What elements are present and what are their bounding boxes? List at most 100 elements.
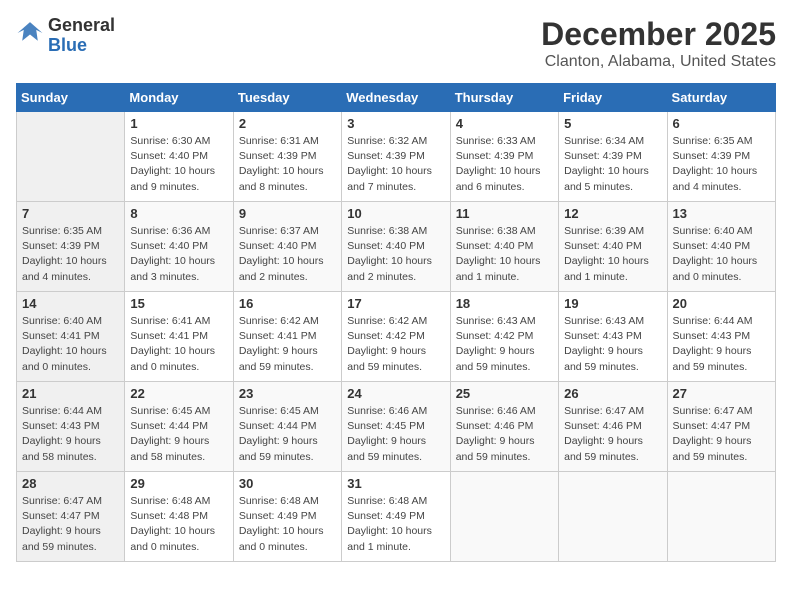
day-info: Sunrise: 6:39 AM Sunset: 4:40 PM Dayligh… <box>564 224 661 285</box>
day-info: Sunrise: 6:37 AM Sunset: 4:40 PM Dayligh… <box>239 224 336 285</box>
calendar-cell: 17 Sunrise: 6:42 AM Sunset: 4:42 PM Dayli… <box>342 292 450 382</box>
calendar-cell: 29 Sunrise: 6:48 AM Sunset: 4:48 PM Dayli… <box>125 472 233 562</box>
day-number: 27 <box>673 386 770 401</box>
calendar-cell: 13 Sunrise: 6:40 AM Sunset: 4:40 PM Dayli… <box>667 202 775 292</box>
logo: General Blue <box>16 16 115 56</box>
calendar-cell: 2 Sunrise: 6:31 AM Sunset: 4:39 PM Daylig… <box>233 112 341 202</box>
calendar-cell <box>450 472 558 562</box>
logo-text-general: General <box>48 16 115 36</box>
day-info: Sunrise: 6:43 AM Sunset: 4:42 PM Dayligh… <box>456 314 553 375</box>
calendar-cell: 7Sunrise: 6:35 AM Sunset: 4:39 PM Daylig… <box>17 202 125 292</box>
day-info: Sunrise: 6:42 AM Sunset: 4:41 PM Dayligh… <box>239 314 336 375</box>
day-number: 4 <box>456 116 553 131</box>
day-info: Sunrise: 6:45 AM Sunset: 4:44 PM Dayligh… <box>130 404 227 465</box>
day-info: Sunrise: 6:47 AM Sunset: 4:46 PM Dayligh… <box>564 404 661 465</box>
calendar-cell: 22 Sunrise: 6:45 AM Sunset: 4:44 PM Dayli… <box>125 382 233 472</box>
calendar-week-row: 1 Sunrise: 6:30 AM Sunset: 4:40 PM Daylig… <box>17 112 776 202</box>
calendar-cell: 11Sunrise: 6:38 AM Sunset: 4:40 PM Dayli… <box>450 202 558 292</box>
day-number: 17 <box>347 296 444 311</box>
day-info: Sunrise: 6:33 AM Sunset: 4:39 PM Dayligh… <box>456 134 553 195</box>
day-number: 6 <box>673 116 770 131</box>
calendar-week-row: 28 Sunrise: 6:47 AM Sunset: 4:47 PM Dayli… <box>17 472 776 562</box>
day-number: 20 <box>673 296 770 311</box>
calendar-cell: 23 Sunrise: 6:45 AM Sunset: 4:44 PM Dayli… <box>233 382 341 472</box>
day-info: Sunrise: 6:41 AM Sunset: 4:41 PM Dayligh… <box>130 314 227 375</box>
calendar-cell: 25Sunrise: 6:46 AM Sunset: 4:46 PM Dayli… <box>450 382 558 472</box>
day-number: 7 <box>22 206 119 221</box>
calendar-cell: 14Sunrise: 6:40 AM Sunset: 4:41 PM Dayli… <box>17 292 125 382</box>
day-number: 2 <box>239 116 336 131</box>
calendar-cell <box>667 472 775 562</box>
day-info: Sunrise: 6:45 AM Sunset: 4:44 PM Dayligh… <box>239 404 336 465</box>
calendar-cell: 30Sunrise: 6:48 AM Sunset: 4:49 PM Dayli… <box>233 472 341 562</box>
calendar-cell: 20 Sunrise: 6:44 AM Sunset: 4:43 PM Dayli… <box>667 292 775 382</box>
day-info: Sunrise: 6:48 AM Sunset: 4:49 PM Dayligh… <box>347 494 444 555</box>
day-info: Sunrise: 6:47 AM Sunset: 4:47 PM Dayligh… <box>22 494 119 555</box>
calendar-week-row: 21 Sunrise: 6:44 AM Sunset: 4:43 PM Dayli… <box>17 382 776 472</box>
logo-text-blue: Blue <box>48 36 115 56</box>
day-number: 26 <box>564 386 661 401</box>
calendar-cell: 21 Sunrise: 6:44 AM Sunset: 4:43 PM Dayli… <box>17 382 125 472</box>
day-info: Sunrise: 6:30 AM Sunset: 4:40 PM Dayligh… <box>130 134 227 195</box>
calendar-cell <box>559 472 667 562</box>
day-number: 5 <box>564 116 661 131</box>
day-info: Sunrise: 6:34 AM Sunset: 4:39 PM Dayligh… <box>564 134 661 195</box>
calendar-table: SundayMondayTuesdayWednesdayThursdayFrid… <box>16 83 776 562</box>
weekday-header-row: SundayMondayTuesdayWednesdayThursdayFrid… <box>17 84 776 112</box>
day-info: Sunrise: 6:36 AM Sunset: 4:40 PM Dayligh… <box>130 224 227 285</box>
page-header: General Blue December 2025 Clanton, Alab… <box>16 16 776 71</box>
day-number: 22 <box>130 386 227 401</box>
calendar-cell: 31 Sunrise: 6:48 AM Sunset: 4:49 PM Dayli… <box>342 472 450 562</box>
day-number: 11 <box>456 206 553 221</box>
day-info: Sunrise: 6:35 AM Sunset: 4:39 PM Dayligh… <box>673 134 770 195</box>
day-info: Sunrise: 6:31 AM Sunset: 4:39 PM Dayligh… <box>239 134 336 195</box>
day-number: 19 <box>564 296 661 311</box>
weekday-header-wednesday: Wednesday <box>342 84 450 112</box>
day-number: 13 <box>673 206 770 221</box>
day-number: 24 <box>347 386 444 401</box>
calendar-cell: 3 Sunrise: 6:32 AM Sunset: 4:39 PM Daylig… <box>342 112 450 202</box>
calendar-week-row: 7Sunrise: 6:35 AM Sunset: 4:39 PM Daylig… <box>17 202 776 292</box>
calendar-cell: 19Sunrise: 6:43 AM Sunset: 4:43 PM Dayli… <box>559 292 667 382</box>
day-number: 14 <box>22 296 119 311</box>
calendar-cell: 8Sunrise: 6:36 AM Sunset: 4:40 PM Daylig… <box>125 202 233 292</box>
calendar-cell: 18 Sunrise: 6:43 AM Sunset: 4:42 PM Dayli… <box>450 292 558 382</box>
day-info: Sunrise: 6:48 AM Sunset: 4:48 PM Dayligh… <box>130 494 227 555</box>
day-number: 21 <box>22 386 119 401</box>
calendar-cell: 15 Sunrise: 6:41 AM Sunset: 4:41 PM Dayli… <box>125 292 233 382</box>
day-number: 29 <box>130 476 227 491</box>
day-number: 15 <box>130 296 227 311</box>
day-info: Sunrise: 6:46 AM Sunset: 4:45 PM Dayligh… <box>347 404 444 465</box>
day-info: Sunrise: 6:44 AM Sunset: 4:43 PM Dayligh… <box>673 314 770 375</box>
logo-bird-icon <box>16 19 44 47</box>
day-info: Sunrise: 6:40 AM Sunset: 4:40 PM Dayligh… <box>673 224 770 285</box>
day-info: Sunrise: 6:38 AM Sunset: 4:40 PM Dayligh… <box>347 224 444 285</box>
calendar-cell: 12Sunrise: 6:39 AM Sunset: 4:40 PM Dayli… <box>559 202 667 292</box>
day-number: 23 <box>239 386 336 401</box>
day-number: 10 <box>347 206 444 221</box>
calendar-cell: 10 Sunrise: 6:38 AM Sunset: 4:40 PM Dayli… <box>342 202 450 292</box>
calendar-cell: 27Sunrise: 6:47 AM Sunset: 4:47 PM Dayli… <box>667 382 775 472</box>
calendar-week-row: 14Sunrise: 6:40 AM Sunset: 4:41 PM Dayli… <box>17 292 776 382</box>
day-number: 16 <box>239 296 336 311</box>
day-number: 30 <box>239 476 336 491</box>
calendar-cell: 24 Sunrise: 6:46 AM Sunset: 4:45 PM Dayli… <box>342 382 450 472</box>
day-number: 3 <box>347 116 444 131</box>
weekday-header-sunday: Sunday <box>17 84 125 112</box>
day-number: 9 <box>239 206 336 221</box>
day-info: Sunrise: 6:32 AM Sunset: 4:39 PM Dayligh… <box>347 134 444 195</box>
calendar-cell: 9 Sunrise: 6:37 AM Sunset: 4:40 PM Daylig… <box>233 202 341 292</box>
day-info: Sunrise: 6:42 AM Sunset: 4:42 PM Dayligh… <box>347 314 444 375</box>
calendar-cell: 4 Sunrise: 6:33 AM Sunset: 4:39 PM Daylig… <box>450 112 558 202</box>
calendar-cell: 26 Sunrise: 6:47 AM Sunset: 4:46 PM Dayli… <box>559 382 667 472</box>
calendar-cell: 1 Sunrise: 6:30 AM Sunset: 4:40 PM Daylig… <box>125 112 233 202</box>
day-number: 31 <box>347 476 444 491</box>
calendar-cell: 28 Sunrise: 6:47 AM Sunset: 4:47 PM Dayli… <box>17 472 125 562</box>
title-section: December 2025 Clanton, Alabama, United S… <box>541 16 776 71</box>
day-number: 28 <box>22 476 119 491</box>
calendar-cell: 16 Sunrise: 6:42 AM Sunset: 4:41 PM Dayli… <box>233 292 341 382</box>
day-number: 18 <box>456 296 553 311</box>
day-info: Sunrise: 6:44 AM Sunset: 4:43 PM Dayligh… <box>22 404 119 465</box>
day-number: 1 <box>130 116 227 131</box>
calendar-cell: 6 Sunrise: 6:35 AM Sunset: 4:39 PM Daylig… <box>667 112 775 202</box>
